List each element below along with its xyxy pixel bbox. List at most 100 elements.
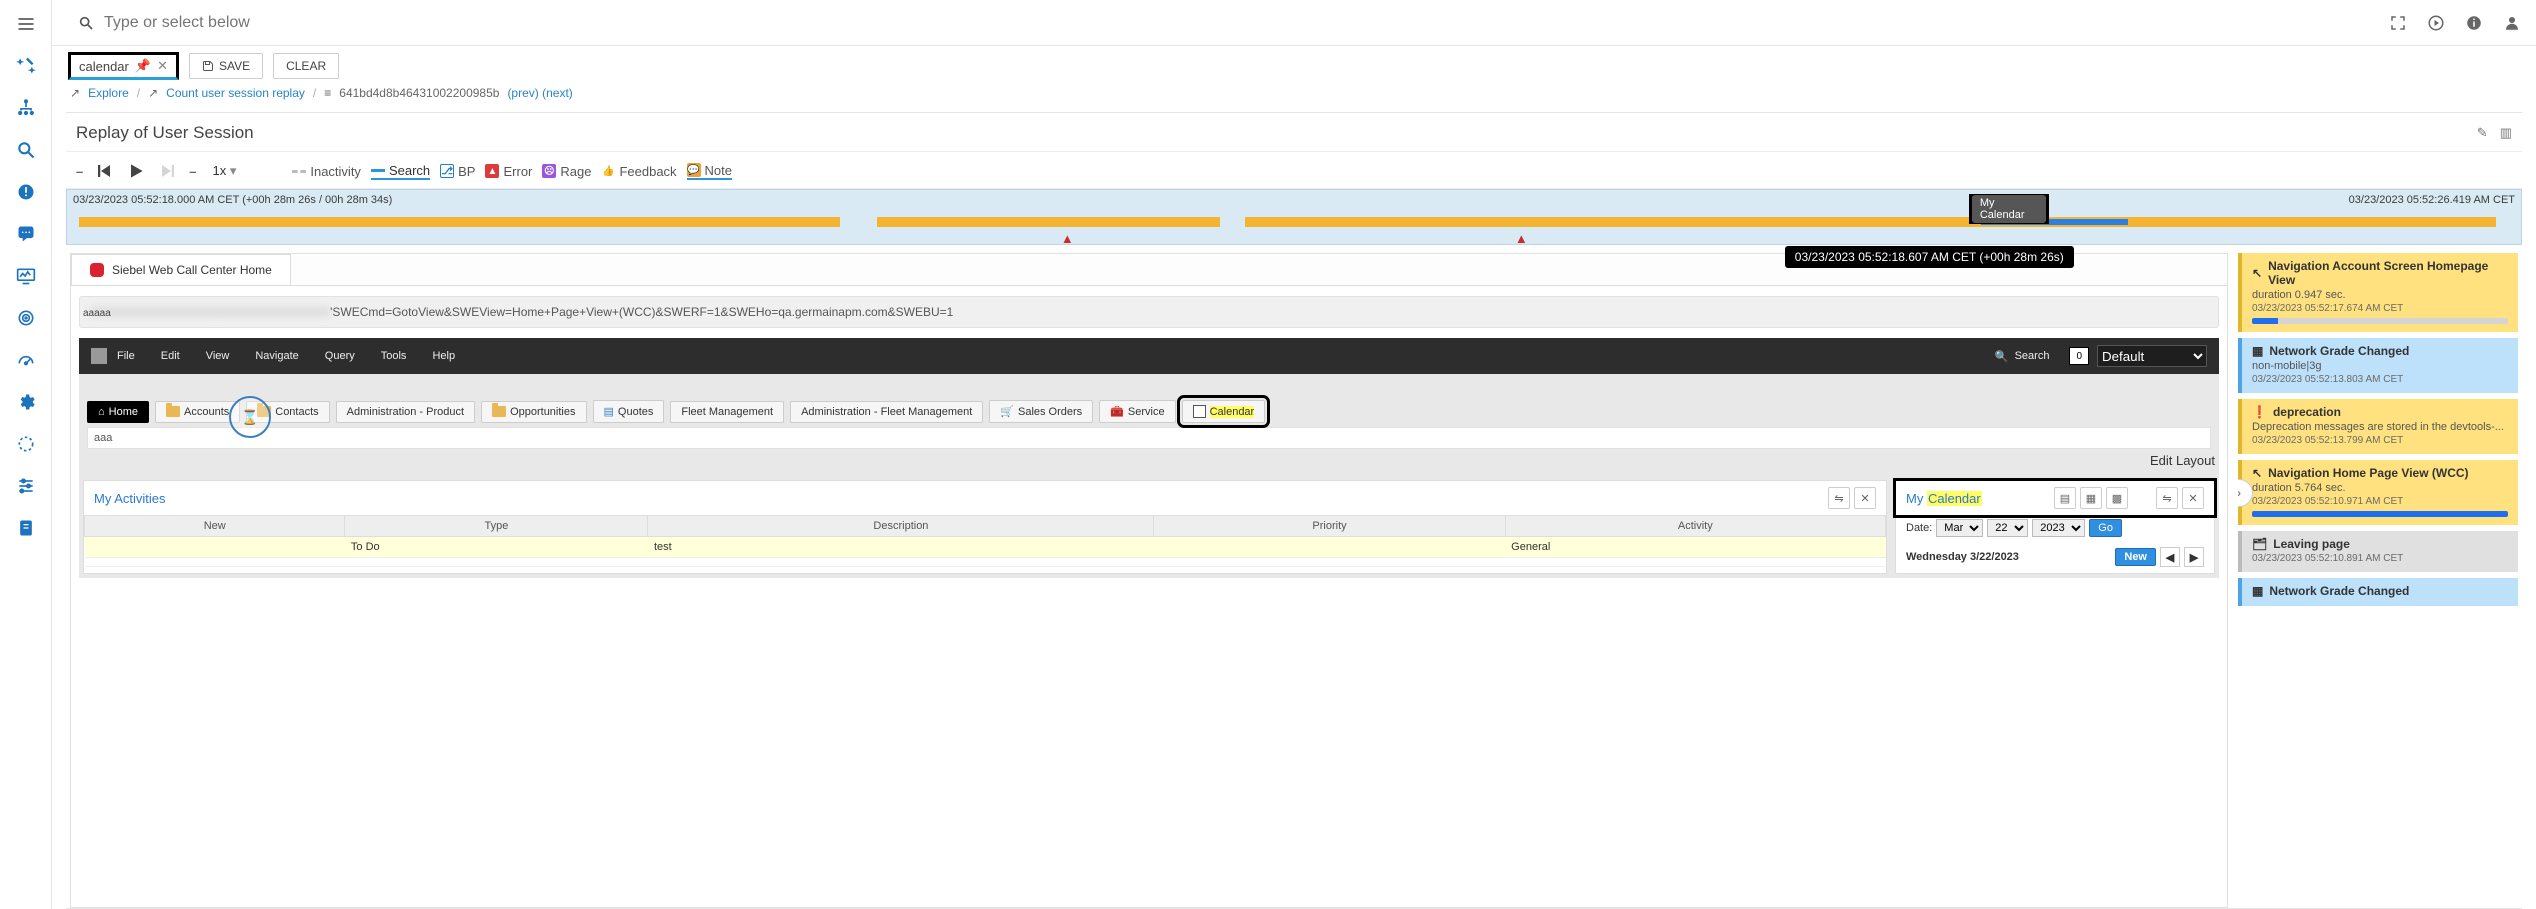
global-search[interactable] xyxy=(78,14,2388,32)
event-type-icon: 🗂 xyxy=(2252,537,2267,551)
legend-note[interactable]: 💬Note xyxy=(687,163,732,180)
playback-controls: – – 1x ▾ Inactivity Search ⎇BP ▲Error ☹R… xyxy=(66,152,2522,189)
event-timestamp: 03/23/2023 05:52:10.891 AM CET xyxy=(2252,553,2508,564)
save-button[interactable]: SAVE xyxy=(189,53,263,79)
pin-icon[interactable]: 📌 xyxy=(135,58,151,74)
event-title: Network Grade Changed xyxy=(2269,344,2409,358)
nav-accounts[interactable]: Accounts xyxy=(155,401,240,423)
cal-month-icon[interactable]: ▩ xyxy=(2106,487,2128,509)
event-card[interactable]: ❗deprecationDeprecation messages are sto… xyxy=(2238,399,2518,454)
event-card[interactable]: ▦Network Grade Changednon-mobile|3g03/23… xyxy=(2238,338,2518,393)
nav-admin-product[interactable]: Administration - Product xyxy=(336,401,475,423)
user-icon[interactable] xyxy=(2502,13,2522,33)
clear-button[interactable]: CLEAR xyxy=(273,53,339,79)
nav-service[interactable]: 🧰Service xyxy=(1099,400,1175,423)
crumb-explore[interactable]: Explore xyxy=(88,86,129,100)
menu-query[interactable]: Query xyxy=(325,350,355,362)
nav-sales-orders[interactable]: 🛒Sales Orders xyxy=(989,400,1093,423)
info-icon[interactable] xyxy=(2464,13,2484,33)
error-marker-icon[interactable]: ▲ xyxy=(1515,231,1528,246)
gear-icon[interactable] xyxy=(12,388,40,416)
table-row[interactable]: To Do test General xyxy=(85,537,1886,558)
play-icon[interactable] xyxy=(125,160,147,182)
session-header: Replay of User Session ✎ ▥ xyxy=(66,113,2522,152)
siebel-search[interactable]: 🔍 Search xyxy=(1995,350,2050,363)
panel-close-icon[interactable]: ✕ xyxy=(1854,487,1876,509)
replay-viewport: Siebel Web Call Center Home XXXXXXXXXXXX… xyxy=(70,253,2228,908)
legend-inactivity[interactable]: Inactivity xyxy=(292,164,361,179)
nav-home[interactable]: ⌂Home xyxy=(87,401,149,423)
nav-admin-fleet[interactable]: Administration - Fleet Management xyxy=(790,401,983,423)
day-select[interactable]: 22 xyxy=(1987,519,2028,537)
panel-close-icon[interactable]: ✕ xyxy=(2182,487,2204,509)
menu-navigate[interactable]: Navigate xyxy=(255,350,298,362)
play-circle-icon[interactable] xyxy=(2426,13,2446,33)
hamburger-icon[interactable] xyxy=(12,10,40,38)
event-title: Network Grade Changed xyxy=(2269,584,2409,598)
search-icon[interactable] xyxy=(12,136,40,164)
cal-week-icon[interactable]: ▦ xyxy=(2080,487,2102,509)
panel-menu-icon[interactable]: ⇋ xyxy=(2156,487,2178,509)
crumb-next[interactable]: (next) xyxy=(542,86,573,100)
nav-fleet[interactable]: Fleet Management xyxy=(670,401,784,423)
event-card[interactable]: ↖Navigation Account Screen Homepage View… xyxy=(2238,253,2518,332)
prev-day-icon[interactable]: ◀ xyxy=(2160,547,2180,567)
event-card[interactable]: 🗂Leaving page03/23/2023 05:52:10.891 AM … xyxy=(2238,531,2518,572)
legend-rage[interactable]: ☹Rage xyxy=(542,164,591,179)
menu-help[interactable]: Help xyxy=(432,350,455,362)
filter-chip-calendar[interactable]: calendar 📌 ✕ xyxy=(68,52,179,80)
table-row[interactable] xyxy=(85,558,1886,567)
legend-search[interactable]: Search xyxy=(371,163,430,180)
crumb-prev[interactable]: (prev) xyxy=(507,86,538,100)
siebel-profile-select[interactable]: Default xyxy=(2097,345,2207,367)
legend-bp[interactable]: ⎇BP xyxy=(440,164,475,179)
go-button[interactable]: Go xyxy=(2089,519,2122,537)
nav-quotes[interactable]: ▤Quotes xyxy=(593,400,665,423)
nav-opportunities[interactable]: Opportunities xyxy=(481,401,586,423)
legend-feedback[interactable]: 👍Feedback xyxy=(601,164,676,179)
crumb-count[interactable]: Count user session replay xyxy=(166,86,305,100)
monitor-icon[interactable] xyxy=(12,262,40,290)
siebel-tab[interactable]: Siebel Web Call Center Home xyxy=(71,254,291,285)
wand-icon[interactable] xyxy=(12,52,40,80)
legend-error[interactable]: ▲Error xyxy=(485,164,532,179)
nav-calendar[interactable]: Calendar xyxy=(1182,400,1266,423)
tab-title: Siebel Web Call Center Home xyxy=(112,263,272,277)
menu-view[interactable]: View xyxy=(206,350,230,362)
alert-icon[interactable] xyxy=(12,178,40,206)
cal-day-icon[interactable]: ▤ xyxy=(2054,487,2076,509)
edit-icon[interactable]: ✎ xyxy=(2477,125,2488,141)
new-event-button[interactable]: New xyxy=(2115,548,2156,566)
aaa-input[interactable]: aaa xyxy=(87,427,2211,449)
book-icon[interactable] xyxy=(12,514,40,542)
speed-select[interactable]: 1x ▾ xyxy=(206,161,242,181)
error-marker-icon[interactable]: ▲ xyxy=(1061,231,1074,246)
left-nav xyxy=(0,0,52,909)
event-subtitle: duration 0.947 sec. xyxy=(2252,289,2508,301)
chat-icon[interactable] xyxy=(12,220,40,248)
menu-file[interactable]: File xyxy=(117,350,135,362)
year-select[interactable]: 2023 xyxy=(2032,519,2085,537)
tree-icon[interactable] xyxy=(12,94,40,122)
edit-layout-button[interactable]: Edit Layout xyxy=(2150,453,2215,468)
skip-fwd-icon[interactable] xyxy=(157,160,179,182)
radar-icon[interactable] xyxy=(12,304,40,332)
global-search-input[interactable] xyxy=(104,14,704,32)
chip-remove-icon[interactable]: ✕ xyxy=(157,58,168,74)
timeline[interactable]: 03/23/2023 05:52:18.000 AM CET (+00h 28m… xyxy=(66,189,2522,245)
fullscreen-icon[interactable] xyxy=(2388,13,2408,33)
event-card[interactable]: ›↖Navigation Home Page View (WCC)duratio… xyxy=(2238,460,2518,525)
expand-events-icon[interactable]: › xyxy=(2238,479,2253,507)
loading-icon[interactable] xyxy=(12,430,40,458)
month-select[interactable]: Mar xyxy=(1936,519,1983,537)
panel-title: My Calendar xyxy=(1906,491,1982,506)
sliders-icon[interactable] xyxy=(12,472,40,500)
panel-menu-icon[interactable]: ⇋ xyxy=(1828,487,1850,509)
gauge-icon[interactable] xyxy=(12,346,40,374)
menu-edit[interactable]: Edit xyxy=(161,350,180,362)
menu-tools[interactable]: Tools xyxy=(381,350,407,362)
event-card[interactable]: ▦Network Grade Changed xyxy=(2238,578,2518,606)
next-day-icon[interactable]: ▶ xyxy=(2184,547,2204,567)
layout-icon[interactable]: ▥ xyxy=(2500,125,2512,141)
skip-back-icon[interactable] xyxy=(93,160,115,182)
